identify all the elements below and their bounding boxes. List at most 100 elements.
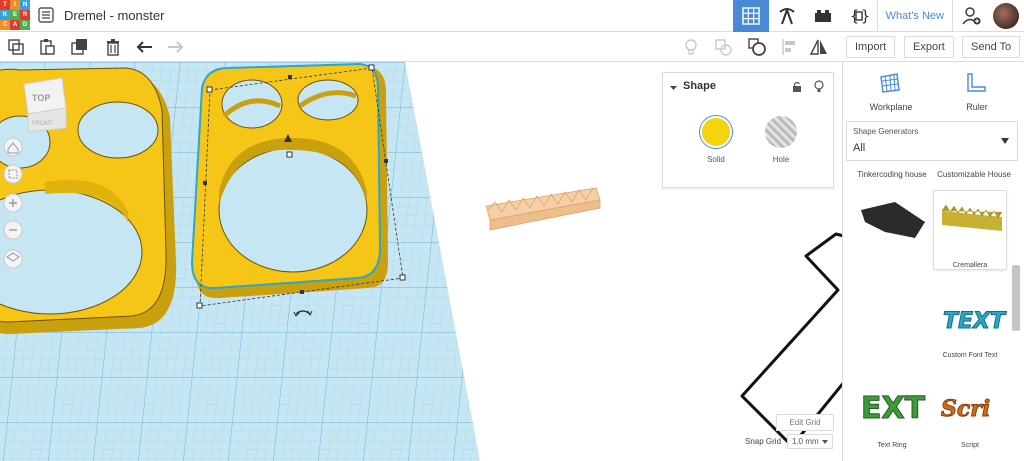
redo-icon[interactable] <box>166 38 184 56</box>
logo-cell: R <box>20 10 30 20</box>
solid-label: Solid <box>707 155 725 164</box>
undo-icon[interactable] <box>136 38 154 56</box>
resize-handle[interactable] <box>368 64 375 71</box>
snap-grid-value: 1.0 mm <box>792 437 819 446</box>
resize-handle[interactable] <box>399 274 406 281</box>
logo-cell: I <box>10 0 20 10</box>
avatar[interactable] <box>988 0 1024 32</box>
brick-icon <box>814 10 831 22</box>
viewcube-top: TOP <box>32 93 50 103</box>
snap-grid-select[interactable]: 1.0 mm <box>787 434 833 449</box>
cremallera-label: Cremallera <box>952 262 988 269</box>
shape-thumbnail[interactable] <box>855 192 929 272</box>
hole-label: Hole <box>772 155 790 164</box>
custom-font-text-thumbnail[interactable]: TEXT <box>935 292 1009 372</box>
script-label: Script <box>961 442 979 449</box>
text-thumb: TEXT <box>943 309 1008 335</box>
lightbulb-icon[interactable] <box>682 38 700 56</box>
pickaxe-icon <box>779 8 795 25</box>
paste-icon[interactable] <box>38 38 56 56</box>
resize-handle[interactable] <box>206 86 213 93</box>
logo-cell: N <box>20 0 30 10</box>
trash-icon[interactable] <box>104 38 122 56</box>
fit-view-button[interactable] <box>3 164 23 184</box>
export-button[interactable]: Export <box>904 36 954 58</box>
grid-icon <box>741 7 760 25</box>
workplane-label[interactable]: Workplane <box>863 102 919 112</box>
script-thumbnail[interactable]: Scri <box>935 382 1009 461</box>
edit-toolbar: Import Export Send To <box>0 32 1024 62</box>
resize-handle[interactable] <box>196 302 203 309</box>
viewcube-front: FRONT <box>32 121 53 127</box>
send-to-button[interactable]: Send To <box>962 36 1021 58</box>
duplicate-icon[interactable] <box>71 38 89 56</box>
logo-cell: A <box>10 20 20 30</box>
panel-title: Shape <box>683 80 717 92</box>
group-icon[interactable] <box>714 38 732 56</box>
blocks-button[interactable] <box>769 0 805 32</box>
avatar-image <box>993 3 1019 29</box>
import-button[interactable]: Import <box>846 36 896 58</box>
ruler-label[interactable]: Ruler <box>949 102 1005 112</box>
logo-cell: T <box>0 0 10 10</box>
custom-font-text-label: Custom Font Text <box>942 352 998 359</box>
text-ring-thumb: EXT <box>861 391 927 427</box>
rack-thumb <box>861 202 925 238</box>
chevron-down-icon <box>1001 138 1009 144</box>
logo-cell: E <box>10 10 20 20</box>
align-icon[interactable] <box>780 38 798 56</box>
rack-shape[interactable] <box>485 187 601 231</box>
cremallera-thumbnail[interactable] <box>933 190 1007 270</box>
chevron-down-icon <box>822 440 828 444</box>
generators-value: All <box>853 142 866 154</box>
resize-handle[interactable] <box>384 159 388 163</box>
svg-text:Scri: Scri <box>941 396 990 422</box>
generators-label: Shape Generators <box>853 127 919 136</box>
snap-grid-label: Snap Grid <box>745 437 782 446</box>
shape-label: Customizable House <box>937 170 1011 179</box>
lightbulb-icon[interactable] <box>813 80 825 93</box>
copy-icon[interactable] <box>7 38 25 56</box>
design-list-icon[interactable] <box>38 7 54 23</box>
resize-handle[interactable] <box>300 290 304 294</box>
hole-button[interactable] <box>765 116 797 148</box>
selected-shape[interactable] <box>190 62 406 317</box>
view-cube[interactable]: TOP FRONT <box>23 77 67 133</box>
design-title[interactable]: Dremel - monster <box>64 8 164 23</box>
logo-cell: K <box>0 10 10 20</box>
whats-new-link[interactable]: What's New <box>876 0 952 32</box>
resize-handle[interactable] <box>288 75 292 79</box>
codeblocks-button[interactable]: { } <box>841 0 877 32</box>
mirror-icon[interactable] <box>810 38 828 56</box>
script-thumb: Scri <box>941 396 991 423</box>
solid-button[interactable] <box>700 116 732 148</box>
edit-grid-button[interactable]: Edit Grid <box>776 414 834 431</box>
height-handle[interactable] <box>286 151 293 158</box>
text-ring-label: Text Ring <box>877 442 907 449</box>
ungroup-icon[interactable] <box>748 38 766 56</box>
shape-generators-select[interactable]: Shape Generators All <box>846 121 1018 161</box>
svg-text:EXT: EXT <box>861 391 926 426</box>
logo-cell: C <box>0 20 10 30</box>
gear-rack-thumb <box>941 204 1003 231</box>
svg-text:TEXT: TEXT <box>943 309 1007 334</box>
add-user-button[interactable] <box>952 0 988 32</box>
sidebar-scrollbar[interactable] <box>1012 265 1020 331</box>
ruler-icon[interactable] <box>965 72 987 94</box>
lock-icon[interactable] <box>791 81 803 93</box>
codeblocks-icon: { } <box>850 7 869 25</box>
logo-cell: D <box>20 20 30 30</box>
bricks-button[interactable] <box>805 0 841 32</box>
shape-inspector: Shape Solid Hole <box>662 72 834 188</box>
shape-label: Tinkercoding house <box>857 170 927 179</box>
text-ring-thumbnail[interactable]: EXT <box>855 372 929 452</box>
tinkercad-logo[interactable]: T I N K E R C A D <box>0 0 30 30</box>
top-bar: T I N K E R C A D Dremel - monster {Wha… <box>0 0 1024 32</box>
collapse-icon[interactable] <box>669 83 678 92</box>
add-user-icon <box>961 7 980 25</box>
workplane-icon[interactable] <box>879 72 901 94</box>
left-shape[interactable] <box>0 67 177 334</box>
3d-view-button[interactable] <box>732 0 769 32</box>
resize-handle[interactable] <box>203 181 207 185</box>
svg-text:{: { <box>850 7 859 25</box>
